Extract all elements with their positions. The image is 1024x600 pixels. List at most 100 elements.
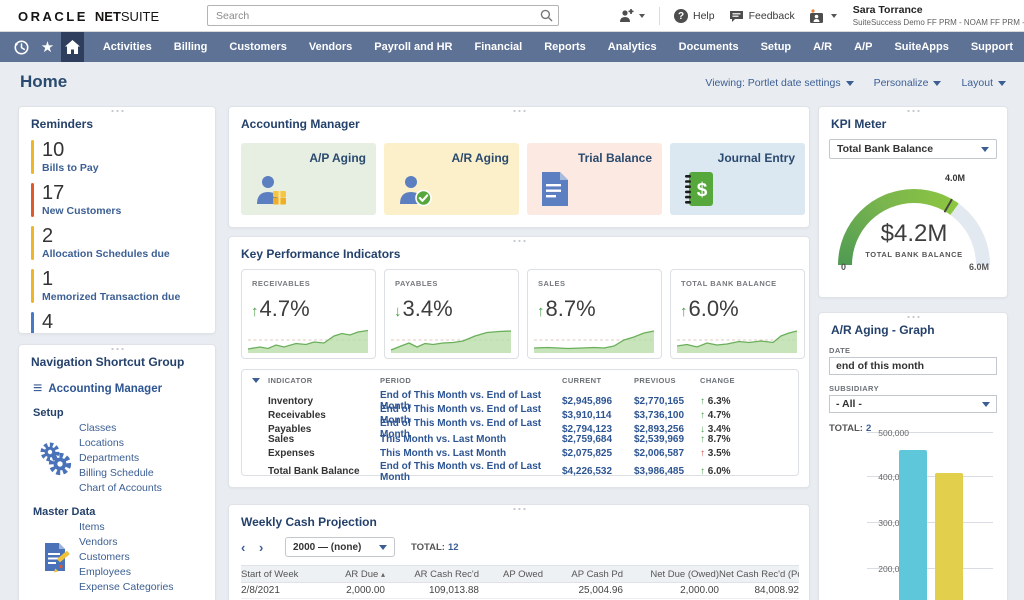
kpi-card-total-bank-balance[interactable]: TOTAL BANK BALANCE ↑6.0%	[670, 269, 805, 359]
quick-add-caret-icon	[639, 14, 645, 18]
oracle-netsuite-logo[interactable]: ORACLENETSUITE	[18, 9, 159, 24]
drag-handle[interactable]	[110, 109, 124, 114]
nav-item-setup[interactable]: Setup	[750, 32, 803, 62]
bar-current[interactable]	[899, 450, 927, 600]
account-dropdown[interactable]: 2000 — (none)	[285, 537, 395, 557]
shortcut-group-accounting-manager[interactable]: ≡ Accounting Manager	[33, 381, 203, 397]
drag-handle[interactable]	[512, 507, 526, 512]
nav-item-ar[interactable]: A/R	[802, 32, 843, 62]
nav-item-support[interactable]: Support	[960, 32, 1024, 62]
table-row-sales[interactable]: Sales This Month vs. Last Month $2,759,6…	[242, 433, 798, 447]
kpi-portlet: Key Performance Indicators RECEIVABLES ↑…	[228, 236, 810, 488]
drag-handle[interactable]	[512, 239, 526, 244]
shortcuts-star-icon[interactable]: ★	[34, 32, 60, 62]
roles-menu[interactable]	[809, 9, 837, 24]
page-header: Home Viewing: Portlet date settings Pers…	[0, 62, 1024, 102]
home-tab[interactable]	[61, 32, 84, 62]
drag-handle[interactable]	[906, 315, 920, 320]
table-row-expenses[interactable]: Expenses This Month vs. Last Month $2,07…	[242, 447, 798, 461]
reminder-memorized-transaction[interactable]: 1 Memorized Transaction due	[31, 269, 203, 303]
feedback-button[interactable]: Feedback	[729, 9, 795, 23]
quick-add-icon	[618, 9, 634, 24]
reminder-label: Bills to Pay	[42, 162, 99, 174]
tile-trial-balance[interactable]: Trial Balance	[527, 143, 662, 215]
reminder-count: 10	[42, 140, 99, 161]
shortcut-link-items[interactable]: Items	[79, 520, 174, 535]
svg-text:$: $	[697, 180, 708, 201]
reminder-new-customers[interactable]: 17 New Customers	[31, 183, 203, 217]
master-data-section: Items Vendors Customers Employees Expens…	[33, 520, 215, 595]
shortcut-link-vendors[interactable]: Vendors	[79, 535, 174, 550]
feedback-label: Feedback	[749, 10, 795, 22]
drag-handle[interactable]	[110, 347, 124, 352]
layout-dropdown[interactable]: Layout	[961, 77, 1006, 89]
subsidiary-field-label: SUBSIDIARY	[829, 384, 1007, 393]
drag-handle[interactable]	[512, 109, 526, 114]
nav-item-documents[interactable]: Documents	[668, 32, 750, 62]
help-button[interactable]: ? Help	[674, 9, 715, 23]
tile-journal-entry[interactable]: Journal Entry $	[670, 143, 805, 215]
section-label-setup: Setup	[33, 407, 203, 419]
viewing-settings-dropdown[interactable]: Viewing: Portlet date settings	[705, 77, 853, 89]
bar-overdue[interactable]	[935, 473, 963, 600]
page-title: Home	[20, 72, 67, 92]
kpi-meter-dropdown[interactable]: Total Bank Balance	[829, 139, 997, 159]
table-row[interactable]: 2/8/20212,000.00109,013.8825,004.962,000…	[241, 583, 799, 599]
sparkline-chart	[677, 327, 797, 353]
nav-item-customers[interactable]: Customers	[218, 32, 297, 62]
nav-item-activities[interactable]: Activities	[92, 32, 163, 62]
sparkline-chart	[248, 327, 368, 353]
search-icon[interactable]	[540, 9, 553, 22]
person-box-icon	[253, 172, 291, 208]
shortcut-link-expense-categories[interactable]: Expense Categories	[79, 580, 174, 595]
shortcut-link-employees[interactable]: Employees	[79, 565, 174, 580]
collapse-caret-icon[interactable]	[252, 378, 260, 383]
kpi-card-sales[interactable]: SALES ↑8.7%	[527, 269, 662, 359]
shortcut-link-billing-schedule[interactable]: Billing Schedule	[79, 466, 162, 481]
prev-page-button[interactable]: ‹	[241, 540, 259, 555]
tile-ar-aging[interactable]: A/R Aging	[384, 143, 519, 215]
chevron-down-icon	[982, 402, 990, 407]
nav-item-financial[interactable]: Financial	[464, 32, 534, 62]
reminder-journals-to-approve[interactable]: 4 Journals to Approve	[31, 312, 203, 334]
trend-arrow-icon: ↑	[537, 303, 545, 320]
trend-arrow-icon: ↑	[700, 410, 705, 421]
trend-arrow-icon: ↑	[251, 303, 259, 320]
shortcut-link-departments[interactable]: Departments	[79, 451, 162, 466]
shortcut-link-customers[interactable]: Customers	[79, 550, 174, 565]
nav-item-vendors[interactable]: Vendors	[298, 32, 363, 62]
user-info[interactable]: Sara Torrance SuiteSuccess Demo FF PRM -…	[851, 4, 1024, 27]
total-count: TOTAL:12	[411, 542, 459, 553]
reminder-bills-to-pay[interactable]: 10 Bills to Pay	[31, 140, 203, 174]
gauge-metric-label: TOTAL BANK BALANCE	[819, 250, 1008, 259]
subsidiary-dropdown[interactable]: - All -	[829, 395, 997, 413]
accounting-manager-portlet: Accounting Manager A/P Aging A/R Aging T…	[228, 106, 810, 228]
search-input[interactable]	[207, 5, 559, 26]
shortcut-link-locations[interactable]: Locations	[79, 436, 162, 451]
kpi-card-payables[interactable]: PAYABLES ↓3.4%	[384, 269, 519, 359]
weekly-cash-portlet: Weekly Cash Projection ‹ › 2000 — (none)…	[228, 504, 810, 600]
shortcut-link-chart-of-accounts[interactable]: Chart of Accounts	[79, 481, 162, 496]
nav-item-payroll-hr[interactable]: Payroll and HR	[363, 32, 463, 62]
reminder-allocation-schedules[interactable]: 2 Allocation Schedules due	[31, 226, 203, 260]
kpi-card-receivables[interactable]: RECEIVABLES ↑4.7%	[241, 269, 376, 359]
next-page-button[interactable]: ›	[259, 540, 277, 555]
quick-add-menu[interactable]	[618, 9, 645, 24]
date-input[interactable]: end of this month	[829, 357, 997, 375]
main-navbar: ★ Activities Billing Customers Vendors P…	[0, 32, 1024, 62]
weekly-cash-controls: ‹ › 2000 — (none) TOTAL:12	[241, 537, 459, 557]
nav-item-suiteapps[interactable]: SuiteApps	[883, 32, 959, 62]
nav-item-analytics[interactable]: Analytics	[597, 32, 668, 62]
shortcut-link-classes[interactable]: Classes	[79, 421, 162, 436]
nav-item-billing[interactable]: Billing	[163, 32, 219, 62]
drag-handle[interactable]	[906, 109, 920, 114]
reminders-portlet: Reminders 10 Bills to Pay 17 New Custome…	[18, 106, 216, 334]
nav-item-ap[interactable]: A/P	[843, 32, 883, 62]
table-row-total-bank-balance[interactable]: Total Bank Balance End of This Month vs.…	[242, 461, 798, 475]
tile-ap-aging[interactable]: A/P Aging	[241, 143, 376, 215]
personalize-dropdown[interactable]: Personalize	[874, 77, 942, 89]
recent-records-icon[interactable]	[8, 32, 34, 62]
reminder-label: Allocation Schedules due	[42, 248, 170, 260]
table-row-inventory[interactable]: Inventory End of This Month vs. End of L…	[242, 390, 798, 404]
nav-item-reports[interactable]: Reports	[533, 32, 597, 62]
